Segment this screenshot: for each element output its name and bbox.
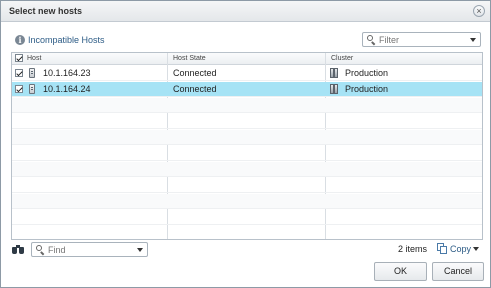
find-box[interactable] <box>31 242 148 257</box>
host-state-cell: Connected <box>173 84 217 94</box>
chevron-down-icon[interactable] <box>470 38 476 42</box>
incompatible-hosts-label: Incompatible Hosts <box>28 35 105 45</box>
column-header-cluster[interactable]: Cluster <box>328 53 478 65</box>
row-checkbox[interactable] <box>15 85 23 93</box>
cluster-icon <box>330 84 339 94</box>
empty-row <box>12 162 482 177</box>
table-row[interactable]: 10.1.164.23 Connected Production <box>12 66 482 81</box>
host-state-cell: Connected <box>173 68 217 78</box>
cluster-cell: Production <box>345 84 389 94</box>
table-row-selected[interactable]: 10.1.164.24 Connected Production <box>12 82 482 97</box>
cluster-icon <box>330 68 339 78</box>
empty-row <box>12 194 482 209</box>
filter-input[interactable] <box>379 34 467 45</box>
info-icon: i <box>15 35 25 45</box>
column-header-host[interactable]: Host <box>24 53 167 65</box>
empty-row <box>12 98 482 113</box>
host-server-icon <box>29 84 35 94</box>
empty-row <box>12 146 482 161</box>
empty-row <box>12 178 482 193</box>
select-hosts-dialog: Select new hosts × i Incompatible Hosts … <box>0 0 491 288</box>
host-server-icon <box>29 68 35 78</box>
filter-box[interactable] <box>362 32 481 47</box>
search-icon <box>36 245 45 256</box>
dialog-title: Select new hosts <box>9 6 83 16</box>
search-icon <box>367 35 376 46</box>
host-name-cell: 10.1.164.24 <box>43 84 91 94</box>
close-icon: × <box>476 6 482 16</box>
empty-row <box>12 130 482 145</box>
copy-icon <box>437 243 448 254</box>
empty-row <box>12 114 482 129</box>
empty-row <box>12 210 482 225</box>
close-button[interactable]: × <box>473 5 485 17</box>
dialog-titlebar[interactable]: Select new hosts × <box>1 1 490 22</box>
copy-button[interactable]: Copy <box>437 242 480 255</box>
cluster-cell: Production <box>345 68 389 78</box>
column-header-host-state[interactable]: Host State <box>170 53 325 65</box>
binoculars-icon[interactable] <box>12 245 24 254</box>
hosts-grid: Host Host State Cluster 10.1.164.23 Conn… <box>11 52 483 240</box>
chevron-down-icon <box>473 246 480 251</box>
incompatible-hosts-link[interactable]: i Incompatible Hosts <box>15 34 105 46</box>
cancel-button[interactable]: Cancel <box>432 262 484 281</box>
host-name-cell: 10.1.164.23 <box>43 68 91 78</box>
row-checkbox[interactable] <box>15 69 23 77</box>
copy-label: Copy <box>450 243 472 254</box>
grid-header: Host Host State Cluster <box>12 53 482 65</box>
items-count: 2 items <box>398 244 428 254</box>
select-all-checkbox[interactable] <box>15 54 23 62</box>
chevron-down-icon[interactable] <box>137 248 143 252</box>
find-input[interactable] <box>48 244 134 255</box>
ok-button[interactable]: OK <box>374 262 427 281</box>
